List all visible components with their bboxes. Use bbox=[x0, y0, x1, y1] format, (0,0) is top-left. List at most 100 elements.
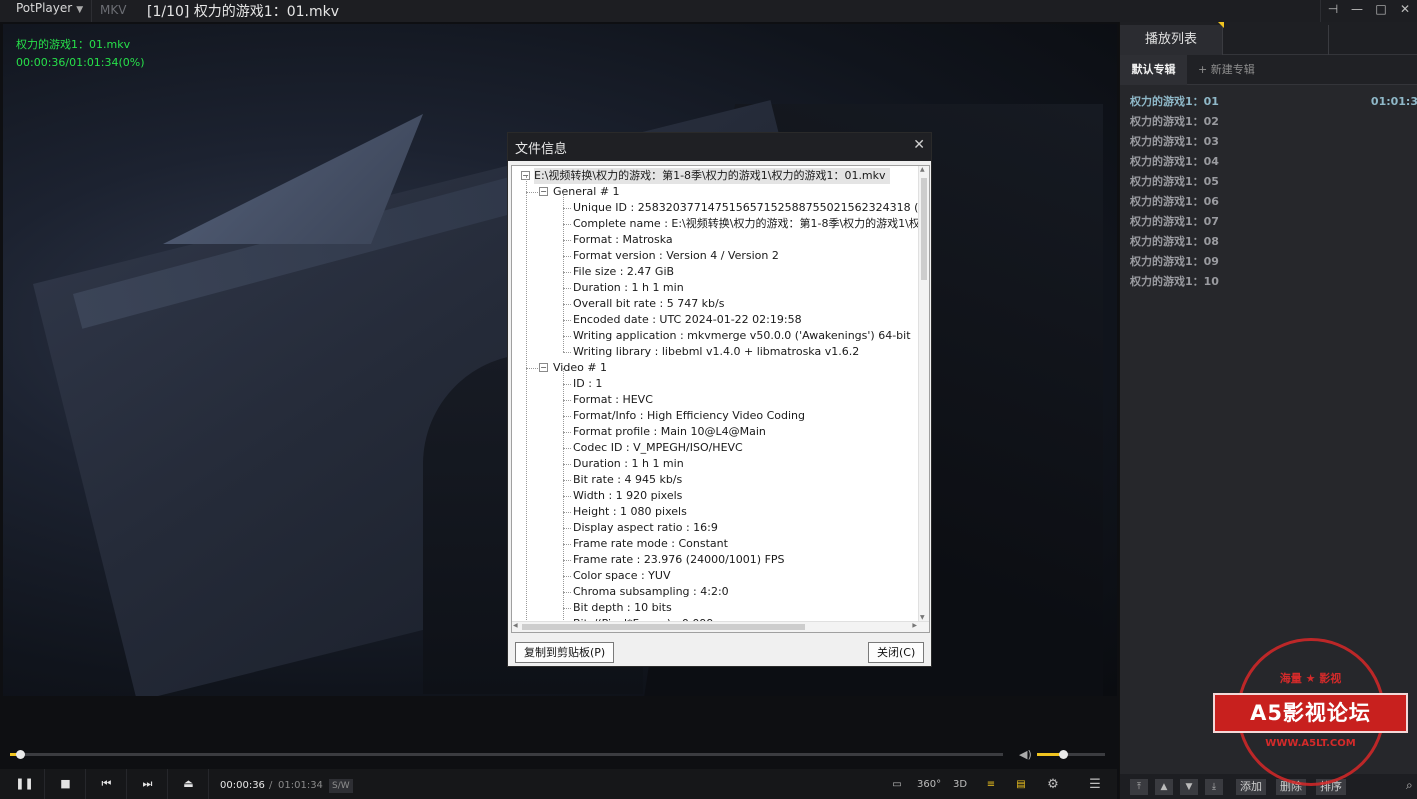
tree-video-item[interactable]: Chroma subsampling : 4:2:0 bbox=[573, 584, 729, 600]
tree-general-item[interactable]: Format : Matroska bbox=[573, 232, 673, 248]
playlist-item[interactable]: 权力的游戏1：10 bbox=[1120, 272, 1417, 292]
time-separator: / bbox=[269, 780, 273, 791]
tree-video-item[interactable]: Format/Info : High Efficiency Video Codi… bbox=[573, 408, 805, 424]
tree-video-item[interactable]: Frame rate : 23.976 (24000/1001) FPS bbox=[573, 552, 785, 568]
tree-vscroll-thumb[interactable] bbox=[921, 178, 927, 280]
tree-general-item[interactable]: Unique ID : 2583203771475156571525887550… bbox=[573, 200, 920, 216]
playlist-item[interactable]: 权力的游戏1：02 bbox=[1120, 112, 1417, 132]
tree-general-item[interactable]: Complete name : E:\视频转换\权力的游戏：第1-8季\权力的游… bbox=[573, 216, 920, 232]
stop-button[interactable]: ■ bbox=[46, 769, 86, 799]
tree-video-item[interactable]: Height : 1 080 pixels bbox=[573, 504, 687, 520]
seek-handle[interactable] bbox=[15, 750, 25, 759]
tree-hscroll-thumb[interactable] bbox=[522, 624, 805, 630]
close-button[interactable]: 关闭(C) bbox=[868, 642, 925, 663]
vr360-icon[interactable]: 360° bbox=[917, 777, 941, 793]
volume-icon[interactable]: ◀) bbox=[1019, 748, 1032, 761]
3d-icon[interactable]: 3D bbox=[950, 777, 970, 793]
tree-connector bbox=[563, 560, 571, 561]
tree-general-item[interactable]: Encoded date : UTC 2024-01-22 02:19:58 bbox=[573, 312, 802, 328]
dialog-close-icon[interactable]: ✕ bbox=[913, 137, 925, 153]
move-top-icon[interactable]: ⤒ bbox=[1130, 779, 1148, 795]
album-new-button[interactable]: + 新建专辑 bbox=[1198, 55, 1255, 85]
tree-general-item[interactable]: Duration : 1 h 1 min bbox=[573, 280, 684, 296]
tree-connector bbox=[563, 480, 571, 481]
decoder-badge[interactable]: S/W bbox=[329, 779, 353, 793]
tree-vertical-scrollbar[interactable]: ▲ ▼ bbox=[918, 166, 929, 621]
pause-button[interactable]: ❚❚ bbox=[5, 769, 45, 799]
move-up-icon[interactable]: ▲ bbox=[1155, 779, 1173, 795]
seek-bar[interactable] bbox=[10, 750, 1003, 759]
tree-video-item[interactable]: Duration : 1 h 1 min bbox=[573, 456, 684, 472]
tree-connector bbox=[563, 448, 571, 449]
playlist-item[interactable]: 权力的游戏1：09 bbox=[1120, 252, 1417, 272]
close-icon[interactable]: ✕ bbox=[1393, 0, 1417, 18]
tree-connector bbox=[563, 224, 571, 225]
tree-general-item[interactable]: File size : 2.47 GiB bbox=[573, 264, 674, 280]
watermark-banner: A5影视论坛 bbox=[1213, 693, 1408, 733]
app-menu-button[interactable]: PotPlayer ▼ bbox=[6, 0, 92, 22]
subtitle-icon[interactable]: ▤ bbox=[1013, 777, 1029, 793]
collapse-icon[interactable]: − bbox=[539, 363, 548, 372]
pin-icon[interactable]: ⊣ bbox=[1321, 0, 1345, 18]
tree-general-item[interactable]: Overall bit rate : 5 747 kb/s bbox=[573, 296, 724, 312]
tree-video-item[interactable]: Format : HEVC bbox=[573, 392, 653, 408]
tree-video-item[interactable]: Color space : YUV bbox=[573, 568, 670, 584]
settings-icon[interactable]: ⚙ bbox=[1044, 777, 1062, 793]
scroll-right-icon[interactable]: ▶ bbox=[912, 622, 917, 629]
copy-to-clipboard-button[interactable]: 复制到剪贴板(P) bbox=[515, 642, 615, 663]
tree-video-item[interactable]: Display aspect ratio : 16:9 bbox=[573, 520, 718, 536]
tree-connector bbox=[526, 368, 538, 369]
playlist-item-title: 权力的游戏1：05 bbox=[1130, 175, 1219, 188]
tree-general-item[interactable]: Format version : Version 4 / Version 2 bbox=[573, 248, 779, 264]
tab-playlist[interactable]: 播放列表 bbox=[1120, 25, 1223, 55]
playlist-item[interactable]: 权力的游戏1：04 bbox=[1120, 152, 1417, 172]
volume-slider[interactable] bbox=[1037, 750, 1105, 759]
tree-connector bbox=[563, 576, 571, 577]
playlist-item-duration: 01:01:3 bbox=[1370, 95, 1417, 108]
info-tree[interactable]: − E:\视频转换\权力的游戏：第1-8季\权力的游戏1\权力的游戏1：01.mk… bbox=[511, 165, 930, 633]
album-default[interactable]: 默认专辑 bbox=[1120, 55, 1187, 85]
scroll-left-icon[interactable]: ◀ bbox=[513, 622, 518, 629]
playlist-item[interactable]: 权力的游戏1：08 bbox=[1120, 232, 1417, 252]
tree-video-item[interactable]: Bit depth : 10 bits bbox=[573, 600, 672, 616]
scroll-down-icon[interactable]: ▼ bbox=[920, 614, 925, 621]
album-tabs: 默认专辑 + 新建专辑 bbox=[1120, 55, 1417, 85]
tree-general-item[interactable]: Writing library : libebml v1.4.0 + libma… bbox=[573, 344, 859, 360]
playlist-item[interactable]: 权力的游戏1：01 01:01:3 bbox=[1120, 92, 1417, 112]
tree-video-item[interactable]: ID : 1 bbox=[573, 376, 602, 392]
move-down-icon[interactable]: ▼ bbox=[1180, 779, 1198, 795]
eject-icon: ⏏ bbox=[183, 777, 194, 790]
menu-icon[interactable]: ☰ bbox=[1086, 777, 1104, 793]
tree-video-item[interactable]: Frame rate mode : Constant bbox=[573, 536, 728, 552]
current-time[interactable]: 00:00:36 bbox=[220, 780, 265, 791]
tree-horizontal-scrollbar[interactable]: ◀ ▶ bbox=[512, 621, 929, 632]
tree-video-item[interactable]: Codec ID : V_MPEGH/ISO/HEVC bbox=[573, 440, 743, 456]
minimize-icon[interactable]: — bbox=[1345, 0, 1369, 18]
window-title: [1/10] 权力的游戏1：01.mkv bbox=[147, 4, 340, 20]
tree-root-path[interactable]: E:\视频转换\权力的游戏：第1-8季\权力的游戏1\权力的游戏1：01.mkv bbox=[534, 168, 890, 184]
next-button[interactable]: ⏭ bbox=[128, 769, 168, 799]
total-duration[interactable]: 01:01:34 bbox=[278, 780, 323, 791]
screen-icon[interactable]: ▭ bbox=[888, 777, 906, 793]
tree-video-item[interactable]: Bit rate : 4 945 kb/s bbox=[573, 472, 682, 488]
tree-connector bbox=[563, 496, 571, 497]
tree-video-item[interactable]: Format profile : Main 10@L4@Main bbox=[573, 424, 766, 440]
volume-handle[interactable] bbox=[1058, 750, 1068, 759]
tab-empty[interactable] bbox=[1224, 25, 1329, 55]
info-tree-content: − E:\视频转换\权力的游戏：第1-8季\权力的游戏1\权力的游戏1：01.mk… bbox=[512, 166, 920, 621]
playlist-search-icon[interactable]: ≡ bbox=[982, 777, 1000, 793]
playlist-item[interactable]: 权力的游戏1：07 bbox=[1120, 212, 1417, 232]
tree-video-item[interactable]: Width : 1 920 pixels bbox=[573, 488, 682, 504]
playlist-item[interactable]: 权力的游戏1：06 bbox=[1120, 192, 1417, 212]
tree-section-video[interactable]: Video # 1 bbox=[553, 360, 607, 376]
playlist-item-title: 权力的游戏1：06 bbox=[1130, 195, 1219, 208]
previous-icon: ⏮ bbox=[101, 777, 112, 790]
scroll-up-icon[interactable]: ▲ bbox=[920, 166, 925, 173]
tree-general-item[interactable]: Writing application : mkvmerge v50.0.0 (… bbox=[573, 328, 911, 344]
eject-button[interactable]: ⏏ bbox=[169, 769, 209, 799]
playlist-item[interactable]: 权力的游戏1：03 bbox=[1120, 132, 1417, 152]
collapse-icon[interactable]: − bbox=[539, 187, 548, 196]
maximize-icon[interactable]: □ bbox=[1369, 0, 1393, 18]
previous-button[interactable]: ⏮ bbox=[87, 769, 127, 799]
playlist-item[interactable]: 权力的游戏1：05 bbox=[1120, 172, 1417, 192]
